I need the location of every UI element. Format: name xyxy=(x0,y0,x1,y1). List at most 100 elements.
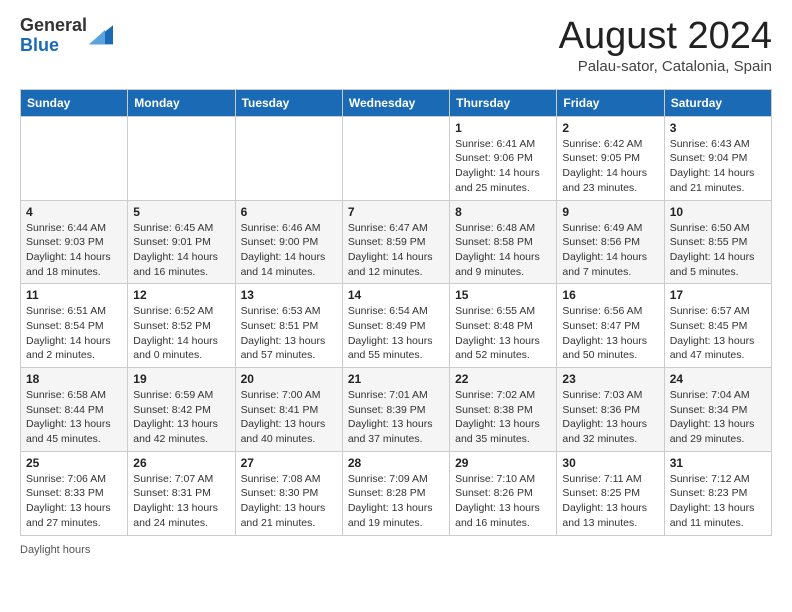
calendar-week-2: 4Sunrise: 6:44 AMSunset: 9:03 PMDaylight… xyxy=(21,200,772,284)
month-title: August 2024 xyxy=(559,16,772,58)
day-number: 20 xyxy=(241,372,337,386)
day-number: 9 xyxy=(562,205,658,219)
calendar-cell: 10 Sunrise: 6:50 AMSunset: 8:55 PMDayligh… xyxy=(664,200,771,284)
day-info: Sunrise: 6:51 AMSunset: 8:54 PMDaylight:… xyxy=(26,304,122,363)
day-info: Sunrise: 7:08 AMSunset: 8:30 PMDaylight:… xyxy=(241,472,337,531)
calendar-cell: 17 Sunrise: 6:57 AMSunset: 8:45 PMDayligh… xyxy=(664,284,771,368)
calendar-cell: 19Sunrise: 6:59 AMSunset: 8:42 PMDayligh… xyxy=(128,368,235,452)
day-number: 11 xyxy=(26,288,122,302)
calendar-cell xyxy=(128,116,235,200)
day-info: Sunrise: 7:09 AMSunset: 8:28 PMDaylight:… xyxy=(348,472,444,531)
calendar-cell xyxy=(235,116,342,200)
location: Palau-sator, Catalonia, Spain xyxy=(559,58,772,75)
calendar-cell: 7 Sunrise: 6:47 AMSunset: 8:59 PMDaylight… xyxy=(342,200,449,284)
day-number: 31 xyxy=(670,456,766,470)
day-number: 4 xyxy=(26,205,122,219)
day-info: Sunrise: 7:02 AMSunset: 8:38 PMDaylight:… xyxy=(455,388,551,447)
day-info: Sunrise: 6:55 AMSunset: 8:48 PMDaylight:… xyxy=(455,304,551,363)
day-number: 12 xyxy=(133,288,229,302)
calendar-cell: 16 Sunrise: 6:56 AMSunset: 8:47 PMDayligh… xyxy=(557,284,664,368)
calendar-cell: 4Sunrise: 6:44 AMSunset: 9:03 PMDaylight… xyxy=(21,200,128,284)
day-info: Sunrise: 6:45 AMSunset: 9:01 PMDaylight:… xyxy=(133,221,229,280)
logo: General Blue xyxy=(20,16,113,56)
calendar-cell: 29 Sunrise: 7:10 AMSunset: 8:26 PMDayligh… xyxy=(450,451,557,535)
calendar-week-3: 11 Sunrise: 6:51 AMSunset: 8:54 PMDayligh… xyxy=(21,284,772,368)
calendar-header-friday: Friday xyxy=(557,89,664,116)
day-info: Sunrise: 6:53 AMSunset: 8:51 PMDaylight:… xyxy=(241,304,337,363)
day-number: 15 xyxy=(455,288,551,302)
day-number: 22 xyxy=(455,372,551,386)
calendar-cell: 14Sunrise: 6:54 AMSunset: 8:49 PMDayligh… xyxy=(342,284,449,368)
calendar-header-saturday: Saturday xyxy=(664,89,771,116)
calendar-cell: 20 Sunrise: 7:00 AMSunset: 8:41 PMDayligh… xyxy=(235,368,342,452)
calendar-cell: 22 Sunrise: 7:02 AMSunset: 8:38 PMDayligh… xyxy=(450,368,557,452)
day-info: Sunrise: 6:48 AMSunset: 8:58 PMDaylight:… xyxy=(455,221,551,280)
calendar-cell: 6Sunrise: 6:46 AMSunset: 9:00 PMDaylight… xyxy=(235,200,342,284)
calendar-cell: 21 Sunrise: 7:01 AMSunset: 8:39 PMDayligh… xyxy=(342,368,449,452)
logo-text: General Blue xyxy=(20,16,87,56)
calendar-cell: 5 Sunrise: 6:45 AMSunset: 9:01 PMDaylight… xyxy=(128,200,235,284)
calendar-cell: 26Sunrise: 7:07 AMSunset: 8:31 PMDayligh… xyxy=(128,451,235,535)
calendar-cell: 23Sunrise: 7:03 AMSunset: 8:36 PMDayligh… xyxy=(557,368,664,452)
calendar-header-wednesday: Wednesday xyxy=(342,89,449,116)
day-info: Sunrise: 6:42 AMSunset: 9:05 PMDaylight:… xyxy=(562,137,658,196)
day-number: 10 xyxy=(670,205,766,219)
day-number: 26 xyxy=(133,456,229,470)
footer: Daylight hours xyxy=(20,544,772,556)
calendar-cell xyxy=(342,116,449,200)
calendar-cell: 3 Sunrise: 6:43 AMSunset: 9:04 PMDaylight… xyxy=(664,116,771,200)
day-number: 5 xyxy=(133,205,229,219)
calendar-cell xyxy=(21,116,128,200)
day-number: 6 xyxy=(241,205,337,219)
calendar-cell: 30Sunrise: 7:11 AMSunset: 8:25 PMDayligh… xyxy=(557,451,664,535)
day-info: Sunrise: 6:47 AMSunset: 8:59 PMDaylight:… xyxy=(348,221,444,280)
day-info: Sunrise: 7:00 AMSunset: 8:41 PMDaylight:… xyxy=(241,388,337,447)
calendar-cell: 24 Sunrise: 7:04 AMSunset: 8:34 PMDayligh… xyxy=(664,368,771,452)
calendar-week-4: 18Sunrise: 6:58 AMSunset: 8:44 PMDayligh… xyxy=(21,368,772,452)
calendar-header-row: SundayMondayTuesdayWednesdayThursdayFrid… xyxy=(21,89,772,116)
calendar-cell: 13Sunrise: 6:53 AMSunset: 8:51 PMDayligh… xyxy=(235,284,342,368)
calendar-header-tuesday: Tuesday xyxy=(235,89,342,116)
day-info: Sunrise: 6:49 AMSunset: 8:56 PMDaylight:… xyxy=(562,221,658,280)
day-info: Sunrise: 6:43 AMSunset: 9:04 PMDaylight:… xyxy=(670,137,766,196)
calendar-header-monday: Monday xyxy=(128,89,235,116)
day-number: 19 xyxy=(133,372,229,386)
logo-icon xyxy=(89,22,113,46)
day-number: 7 xyxy=(348,205,444,219)
calendar-cell: 11 Sunrise: 6:51 AMSunset: 8:54 PMDayligh… xyxy=(21,284,128,368)
day-number: 2 xyxy=(562,121,658,135)
day-number: 1 xyxy=(455,121,551,135)
title-block: August 2024 Palau-sator, Catalonia, Spai… xyxy=(559,16,772,75)
header: General Blue August 2024 Palau-sator, Ca… xyxy=(20,16,772,75)
day-info: Sunrise: 6:57 AMSunset: 8:45 PMDaylight:… xyxy=(670,304,766,363)
day-number: 29 xyxy=(455,456,551,470)
calendar-cell: 28 Sunrise: 7:09 AMSunset: 8:28 PMDayligh… xyxy=(342,451,449,535)
calendar-cell: 1Sunrise: 6:41 AMSunset: 9:06 PMDaylight… xyxy=(450,116,557,200)
calendar-week-1: 1Sunrise: 6:41 AMSunset: 9:06 PMDaylight… xyxy=(21,116,772,200)
day-number: 21 xyxy=(348,372,444,386)
day-info: Sunrise: 6:52 AMSunset: 8:52 PMDaylight:… xyxy=(133,304,229,363)
calendar-cell: 18Sunrise: 6:58 AMSunset: 8:44 PMDayligh… xyxy=(21,368,128,452)
calendar-cell: 25Sunrise: 7:06 AMSunset: 8:33 PMDayligh… xyxy=(21,451,128,535)
day-info: Sunrise: 7:10 AMSunset: 8:26 PMDaylight:… xyxy=(455,472,551,531)
day-info: Sunrise: 7:01 AMSunset: 8:39 PMDaylight:… xyxy=(348,388,444,447)
day-number: 28 xyxy=(348,456,444,470)
calendar-cell: 2 Sunrise: 6:42 AMSunset: 9:05 PMDaylight… xyxy=(557,116,664,200)
calendar-header-sunday: Sunday xyxy=(21,89,128,116)
day-number: 24 xyxy=(670,372,766,386)
calendar-cell: 8Sunrise: 6:48 AMSunset: 8:58 PMDaylight… xyxy=(450,200,557,284)
day-info: Sunrise: 6:50 AMSunset: 8:55 PMDaylight:… xyxy=(670,221,766,280)
day-info: Sunrise: 6:54 AMSunset: 8:49 PMDaylight:… xyxy=(348,304,444,363)
day-number: 3 xyxy=(670,121,766,135)
day-number: 27 xyxy=(241,456,337,470)
day-number: 16 xyxy=(562,288,658,302)
calendar-week-5: 25Sunrise: 7:06 AMSunset: 8:33 PMDayligh… xyxy=(21,451,772,535)
calendar-cell: 31 Sunrise: 7:12 AMSunset: 8:23 PMDayligh… xyxy=(664,451,771,535)
day-number: 17 xyxy=(670,288,766,302)
day-info: Sunrise: 7:12 AMSunset: 8:23 PMDaylight:… xyxy=(670,472,766,531)
day-info: Sunrise: 6:56 AMSunset: 8:47 PMDaylight:… xyxy=(562,304,658,363)
calendar-cell: 9 Sunrise: 6:49 AMSunset: 8:56 PMDaylight… xyxy=(557,200,664,284)
day-info: Sunrise: 7:04 AMSunset: 8:34 PMDaylight:… xyxy=(670,388,766,447)
page: General Blue August 2024 Palau-sator, Ca… xyxy=(0,0,792,576)
day-number: 25 xyxy=(26,456,122,470)
